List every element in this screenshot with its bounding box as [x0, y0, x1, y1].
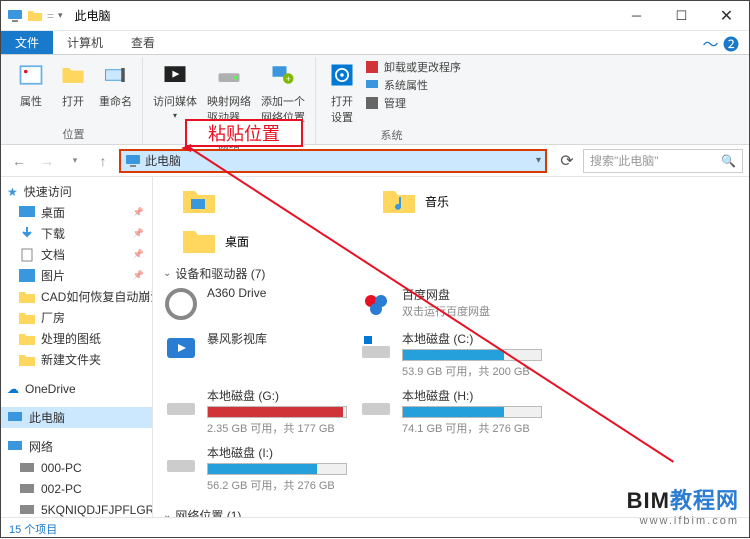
address-text: 此电脑 [145, 152, 181, 169]
ribbon: 属性 打开 重命名 位置 访问媒体▾ 映射网络 驱动器▾ +添加一个 网络位置 … [1, 55, 749, 145]
address-bar[interactable]: 此电脑 ▾ [119, 149, 547, 173]
drive-i[interactable]: 本地磁盘 (I:)56.2 GB 可用，共 276 GB [163, 444, 358, 493]
forward-button[interactable]: → [35, 149, 59, 173]
qat-dropdown[interactable]: ▾ [58, 10, 63, 21]
sidebar[interactable]: ★快速访问 桌面 下载 文档 图片 CAD如何恢复自动崩溃 厂房 处理的图纸 新… [1, 177, 153, 517]
ribbon-group-system: 打开 设置 卸载或更改程序 系统属性 管理 系统 [316, 57, 467, 144]
sidebar-documents[interactable]: 文档 [1, 244, 152, 265]
ribbon-group-label: 系统 [381, 127, 403, 145]
sidebar-folder-factory[interactable]: 厂房 [1, 307, 152, 328]
sidebar-folder-cad[interactable]: CAD如何恢复自动崩溃 [1, 286, 152, 307]
close-button[interactable]: ✕ [704, 2, 749, 30]
ribbon-help-icon[interactable]: 〜 ❷ [693, 31, 749, 54]
back-button[interactable]: ← [7, 149, 31, 173]
folder-music[interactable]: 音乐 [381, 183, 561, 219]
device-a360[interactable]: A360 Drive [163, 286, 358, 322]
sidebar-network[interactable]: 网络 [1, 436, 152, 457]
baidu-icon [358, 286, 394, 322]
drive-g[interactable]: 本地磁盘 (G:)2.35 GB 可用，共 177 GB [163, 387, 358, 436]
sidebar-desktop[interactable]: 桌面 [1, 202, 152, 223]
svg-text:+: + [286, 74, 291, 84]
tab-computer[interactable]: 计算机 [53, 31, 117, 54]
drive-icon [358, 330, 394, 366]
tab-view[interactable]: 查看 [117, 31, 169, 54]
folder-icon [181, 183, 217, 219]
sidebar-pc-000[interactable]: 000-PC [1, 457, 152, 478]
minimize-button[interactable]: ─ [614, 2, 659, 30]
sidebar-onedrive[interactable]: ☁OneDrive [1, 378, 152, 399]
folder-icon [27, 8, 43, 24]
open-button[interactable]: 打开 [53, 57, 93, 126]
sidebar-downloads[interactable]: 下载 [1, 223, 152, 244]
sidebar-pc-002[interactable]: 002-PC [1, 478, 152, 499]
rename-button[interactable]: 重命名 [95, 57, 136, 126]
sidebar-quick-access[interactable]: ★快速访问 [1, 181, 152, 202]
search-icon: 🔍 [721, 154, 736, 168]
drive-c[interactable]: 本地磁盘 (C:)53.9 GB 可用，共 200 GB [358, 330, 553, 379]
main-panel[interactable]: 音乐 桌面 ⌄设备和驱动器 (7) A360 Drive 百度网盘双击运行百度网… [153, 177, 749, 517]
annotation-box: 粘贴位置 [185, 119, 303, 147]
sidebar-pc-5kq[interactable]: 5KQNIQDJFJPFLGR [1, 499, 152, 517]
address-dropdown-icon[interactable]: ▾ [536, 155, 541, 166]
search-box[interactable]: 搜索"此电脑" 🔍 [583, 149, 743, 173]
drive-icon [358, 387, 394, 423]
drive-icon [163, 387, 199, 423]
ribbon-group-location: 属性 打开 重命名 位置 [5, 57, 143, 144]
devices-section-header[interactable]: ⌄设备和驱动器 (7) [163, 265, 739, 282]
drive-icon [163, 444, 199, 480]
uninstall-programs-button[interactable]: 卸载或更改程序 [364, 59, 461, 75]
thispc-icon [125, 153, 141, 169]
a360-icon [163, 286, 199, 322]
maximize-button[interactable]: ☐ [659, 2, 704, 30]
sidebar-folder-drawings[interactable]: 处理的图纸 [1, 328, 152, 349]
system-properties-button[interactable]: 系统属性 [364, 77, 461, 93]
sidebar-folder-new[interactable]: 新建文件夹 [1, 349, 152, 370]
ribbon-tabs: 文件 计算机 查看 〜 ❷ [1, 31, 749, 55]
annotation-arrow-icon [181, 144, 191, 152]
video-icon [163, 330, 199, 366]
thispc-icon [7, 8, 23, 24]
open-settings-button[interactable]: 打开 设置 [322, 57, 362, 127]
status-text: 15 个项目 [9, 521, 57, 537]
qat-separator: = [47, 9, 54, 23]
music-folder-icon [381, 183, 417, 219]
recent-dropdown[interactable]: ▾ [63, 149, 87, 173]
properties-button[interactable]: 属性 [11, 57, 51, 126]
manage-button[interactable]: 管理 [364, 95, 461, 111]
refresh-button[interactable]: ⟳ [555, 149, 579, 173]
drive-h[interactable]: 本地磁盘 (H:)74.1 GB 可用，共 276 GB [358, 387, 553, 436]
tab-file[interactable]: 文件 [1, 31, 53, 54]
search-placeholder: 搜索"此电脑" [590, 152, 659, 169]
window-title: 此电脑 [75, 7, 111, 24]
up-button[interactable]: ↑ [91, 149, 115, 173]
content-area: ★快速访问 桌面 下载 文档 图片 CAD如何恢复自动崩溃 厂房 处理的图纸 新… [1, 177, 749, 517]
folder-icon [181, 223, 217, 259]
titlebar: = ▾ 此电脑 ─ ☐ ✕ [1, 1, 749, 31]
device-baidu[interactable]: 百度网盘双击运行百度网盘 [358, 286, 553, 322]
sidebar-thispc[interactable]: 此电脑 [1, 407, 152, 428]
device-baofeng[interactable]: 暴风影视库 [163, 330, 358, 379]
watermark: BIM教程网 www.ifbim.com [627, 483, 739, 527]
ribbon-group-label: 位置 [63, 126, 85, 144]
navbar: ← → ▾ ↑ 此电脑 ▾ ⟳ 搜索"此电脑" 🔍 [1, 145, 749, 177]
sidebar-pictures[interactable]: 图片 [1, 265, 152, 286]
